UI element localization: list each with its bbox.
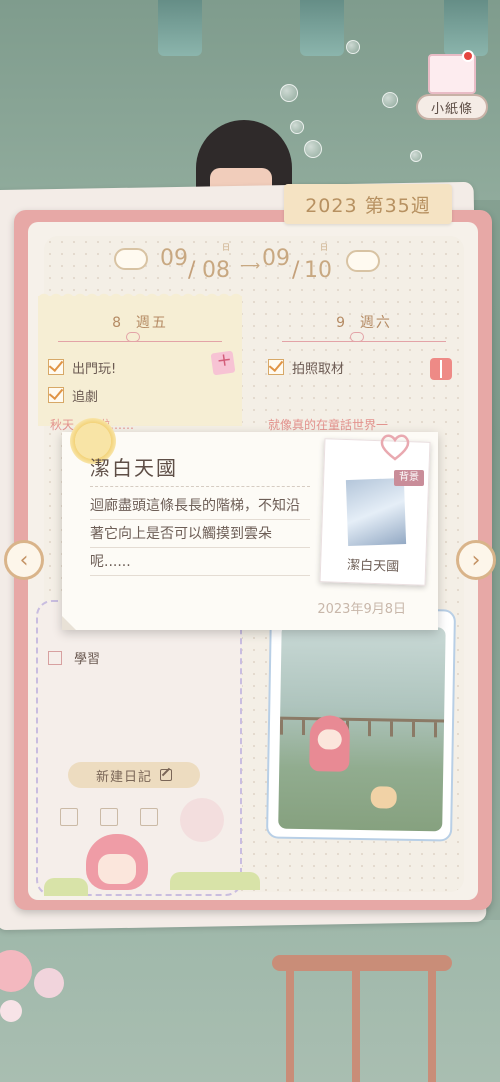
heart-icon bbox=[380, 434, 410, 461]
popup-body: 迴廊盡頭這條長長的階梯，不知沿著它向上是否可以觸摸到雲朵呢...... bbox=[90, 492, 310, 576]
day-weekday: 週五 bbox=[135, 315, 168, 331]
grass-decoration bbox=[44, 878, 88, 896]
bubble bbox=[410, 150, 422, 162]
task-item[interactable]: 出門玩! bbox=[48, 356, 116, 378]
item-name: 潔白天國 bbox=[346, 558, 400, 575]
bubble bbox=[382, 92, 398, 108]
sticker-slot[interactable] bbox=[60, 808, 78, 826]
start-day: 08 bbox=[202, 258, 230, 283]
bubble bbox=[346, 40, 360, 54]
bow-icon bbox=[126, 332, 140, 342]
hanging-lamp bbox=[158, 0, 202, 56]
chevron-right-icon: › bbox=[471, 547, 481, 573]
cloud-icon bbox=[114, 248, 148, 270]
diary-photo[interactable] bbox=[265, 606, 457, 842]
checkbox-checked-icon bbox=[48, 359, 64, 375]
task-item[interactable]: 追劇 bbox=[48, 384, 98, 406]
charm-decoration bbox=[0, 1000, 22, 1022]
edit-icon bbox=[160, 769, 172, 781]
item-image bbox=[345, 478, 407, 547]
grass-decoration bbox=[170, 872, 260, 890]
sticker-slot[interactable] bbox=[140, 808, 158, 826]
stool bbox=[272, 955, 452, 1082]
checkbox-checked-icon bbox=[268, 359, 284, 375]
plus-sticker-icon bbox=[210, 350, 236, 376]
popup-date: 2023年9月8日 bbox=[317, 602, 406, 617]
note-widget[interactable]: 小紙條 bbox=[414, 50, 494, 122]
hanging-lamp bbox=[444, 0, 488, 56]
chibi-girl-sticker bbox=[86, 834, 148, 890]
day-marker: 日 bbox=[320, 243, 328, 252]
bubble bbox=[290, 120, 304, 134]
item-badge: 背景 bbox=[394, 470, 424, 486]
sticker-slot[interactable] bbox=[100, 808, 118, 826]
day-marker: 日 bbox=[222, 243, 230, 252]
popup-title: 潔白天國 bbox=[90, 456, 178, 480]
bow-icon bbox=[350, 332, 364, 342]
prev-page-button[interactable]: ‹ bbox=[4, 540, 44, 580]
day-date: 8 bbox=[112, 315, 123, 331]
item-card[interactable]: 潔白天國 bbox=[319, 438, 431, 586]
new-diary-button[interactable]: 新建日記 bbox=[68, 762, 200, 788]
day-note: 就像真的在童話世界一 bbox=[268, 418, 389, 432]
arrow-icon: ⟶ bbox=[240, 258, 261, 274]
chibi-character bbox=[309, 715, 351, 772]
next-page-button[interactable]: › bbox=[456, 540, 496, 580]
cloud-icon bbox=[346, 250, 380, 272]
charm-decoration bbox=[34, 968, 64, 998]
date-range: 09 日 / 08 ⟶ 09 日 / 10 bbox=[110, 242, 390, 288]
chevron-left-icon: ‹ bbox=[19, 547, 29, 573]
end-month: 09 bbox=[262, 246, 290, 271]
end-day: 10 bbox=[304, 258, 332, 283]
circle-sticker bbox=[180, 798, 224, 842]
task-item[interactable]: 學習 bbox=[48, 648, 100, 667]
bubble bbox=[304, 140, 322, 158]
note-widget-label: 小紙條 bbox=[416, 94, 488, 120]
corner-fold bbox=[62, 616, 76, 630]
gift-sticker-icon bbox=[430, 358, 452, 380]
week-tab: 2023 第35週 bbox=[284, 184, 452, 224]
day-weekday: 週六 bbox=[359, 315, 392, 331]
day-date: 9 bbox=[336, 315, 347, 331]
checkbox-checked-icon bbox=[48, 387, 64, 403]
notification-dot bbox=[462, 50, 474, 62]
start-month: 09 bbox=[160, 246, 188, 271]
checkbox-empty-icon bbox=[48, 650, 62, 665]
cat-character bbox=[370, 786, 397, 809]
hanging-lamp bbox=[300, 0, 344, 56]
task-item[interactable]: 拍照取材 bbox=[268, 356, 344, 378]
bubble bbox=[280, 84, 298, 102]
